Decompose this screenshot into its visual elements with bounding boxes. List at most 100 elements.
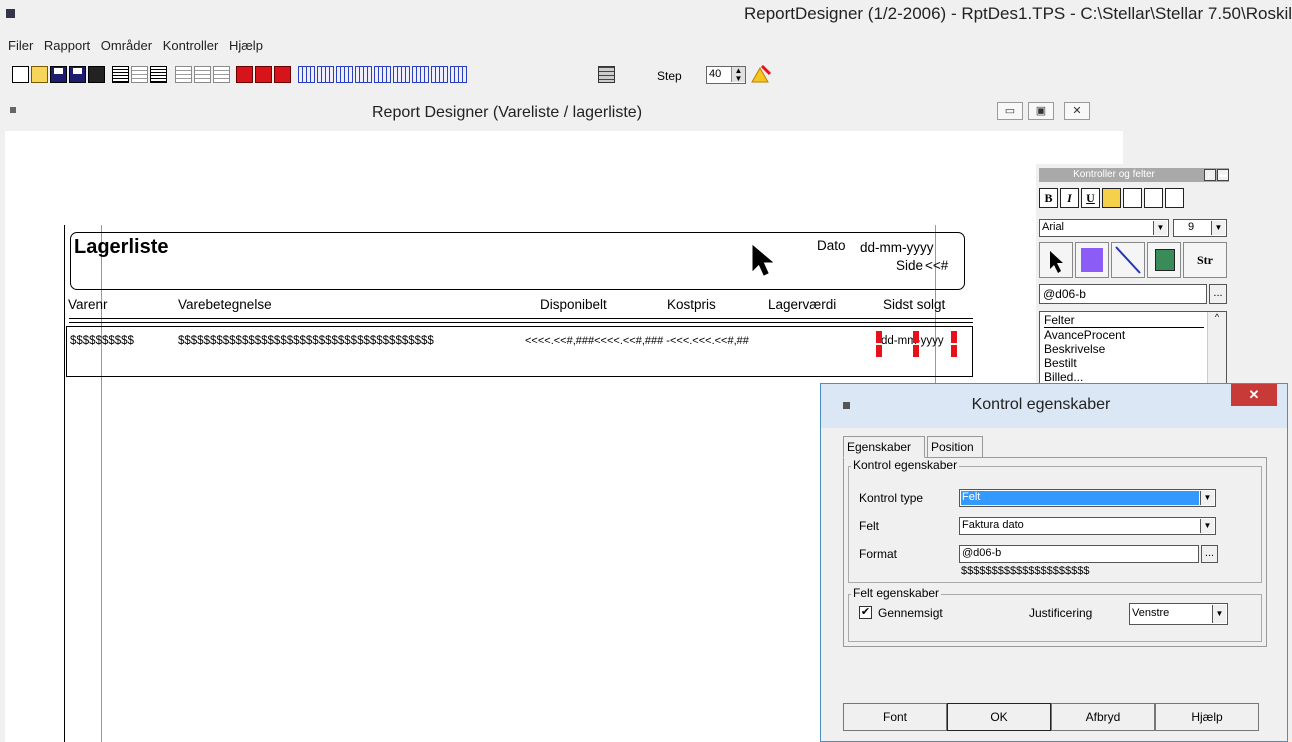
- same-height-icon[interactable]: [393, 66, 410, 83]
- space-vertical-icon[interactable]: [431, 66, 448, 83]
- resize-handle-middle[interactable]: [913, 331, 919, 343]
- format-field-input[interactable]: @d06-b: [1039, 284, 1207, 304]
- minimize-button[interactable]: ▭: [997, 102, 1023, 120]
- menu-rapport[interactable]: Rapport: [44, 38, 90, 53]
- side-label[interactable]: Side: [896, 258, 923, 273]
- felt-dropdown-icon[interactable]: ▼: [1200, 519, 1214, 533]
- menu-hjaelp[interactable]: Hjælp: [229, 38, 263, 53]
- gennemsigt-checkbox[interactable]: ✔: [859, 606, 872, 619]
- preview-icon[interactable]: [88, 66, 105, 83]
- scroll-up-icon[interactable]: ^: [1208, 312, 1226, 322]
- detail-band[interactable]: [66, 326, 973, 377]
- ok-button[interactable]: OK: [947, 703, 1051, 731]
- list-item[interactable]: Bestilt: [1044, 356, 1077, 370]
- kontrol-type-dropdown-icon[interactable]: ▼: [1200, 491, 1214, 505]
- column-kostpris[interactable]: Kostpris: [667, 297, 716, 312]
- align-right-text-icon[interactable]: [1165, 188, 1184, 208]
- list-item[interactable]: Beskrivelse: [1044, 342, 1105, 356]
- new-band-icon[interactable]: [175, 66, 192, 83]
- group-footer-icon[interactable]: [213, 66, 230, 83]
- close-button[interactable]: ✕: [1064, 102, 1090, 120]
- column-disponibelt[interactable]: Disponibelt: [540, 297, 607, 312]
- font-size-select[interactable]: 9 ▼: [1173, 219, 1227, 237]
- group-header-icon[interactable]: [194, 66, 211, 83]
- list-item[interactable]: Billed...: [1044, 370, 1083, 383]
- list-item[interactable]: AvanceProcent: [1044, 328, 1125, 342]
- underline-button[interactable]: U: [1081, 188, 1100, 208]
- column-sidst-solgt[interactable]: Sidst solgt: [883, 297, 945, 312]
- color-palette-icon[interactable]: [1102, 188, 1121, 208]
- page-header-icon[interactable]: [131, 66, 148, 83]
- justificering-select[interactable]: Venstre ▼: [1129, 603, 1228, 625]
- font-button[interactable]: Font: [843, 703, 947, 731]
- panel-minimize-icon[interactable]: ▬: [1217, 169, 1229, 181]
- italic-button[interactable]: I: [1060, 188, 1079, 208]
- detail-band-icon[interactable]: [150, 66, 167, 83]
- tab-position[interactable]: Position: [927, 436, 983, 458]
- resize-handle-left[interactable]: [876, 331, 882, 343]
- string-tool-button[interactable]: Str: [1183, 242, 1227, 278]
- align-left-text-icon[interactable]: [1123, 188, 1142, 208]
- font-size-dropdown-icon[interactable]: ▼: [1211, 221, 1225, 235]
- font-select[interactable]: Arial ▼: [1039, 219, 1169, 237]
- step-spinner[interactable]: ▲ ▼: [731, 67, 745, 83]
- same-width-icon[interactable]: [374, 66, 391, 83]
- column-varenr[interactable]: Varenr: [68, 297, 108, 312]
- maximize-button[interactable]: ▣: [1028, 102, 1054, 120]
- save-as-icon[interactable]: [69, 66, 86, 83]
- app-system-menu-icon[interactable]: [6, 9, 15, 18]
- fields-list-scrollbar[interactable]: ^: [1207, 312, 1226, 383]
- field-numbers[interactable]: <<<<.<<#,###<<<<.<<#,### -<<<.<<<.<<#,##: [525, 335, 749, 347]
- field-varebetegnelse[interactable]: $$$$$$$$$$$$$$$$$$$$$$$$$$$$$$$$$$$$$$$$: [178, 335, 434, 347]
- cut-control-icon[interactable]: [236, 66, 253, 83]
- space-horizontal-icon[interactable]: [412, 66, 429, 83]
- column-varebetegnelse[interactable]: Varebetegnelse: [178, 297, 272, 312]
- align-top-icon[interactable]: [336, 66, 353, 83]
- resize-handle-middle-bottom[interactable]: [913, 345, 919, 357]
- center-icon[interactable]: [450, 66, 467, 83]
- menu-omrader[interactable]: Områder: [101, 38, 152, 53]
- new-file-icon[interactable]: [12, 66, 29, 83]
- side-field[interactable]: <<#: [925, 258, 948, 273]
- menu-kontroller[interactable]: Kontroller: [163, 38, 219, 53]
- resize-handle-right-bottom[interactable]: [951, 345, 957, 357]
- image-tool-button[interactable]: [1147, 242, 1181, 278]
- step-value: 40: [709, 68, 722, 80]
- menu-filer[interactable]: Filer: [8, 38, 33, 53]
- justificering-dropdown-icon[interactable]: ▼: [1212, 605, 1226, 623]
- align-right-icon[interactable]: [317, 66, 334, 83]
- felt-select[interactable]: Faktura dato ▼: [959, 517, 1216, 535]
- field-varenr[interactable]: $$$$$$$$$$: [70, 335, 134, 347]
- hjaelp-button[interactable]: Hjælp: [1155, 703, 1259, 731]
- tab-egenskaber[interactable]: Egenskaber: [843, 436, 925, 458]
- resize-handle-right[interactable]: [951, 331, 957, 343]
- grid-icon[interactable]: [598, 66, 615, 83]
- report-title[interactable]: Lagerliste: [74, 236, 168, 259]
- open-folder-icon[interactable]: [31, 66, 48, 83]
- format-browse-button[interactable]: ...: [1201, 545, 1218, 563]
- align-center-text-icon[interactable]: [1144, 188, 1163, 208]
- panel-pin-icon[interactable]: ⌂: [1204, 169, 1216, 181]
- afbryd-button[interactable]: Afbryd: [1051, 703, 1155, 731]
- align-left-icon[interactable]: [298, 66, 315, 83]
- save-icon[interactable]: [50, 66, 67, 83]
- line-tool-button[interactable]: [1111, 242, 1145, 278]
- format-input[interactable]: @d06-b: [959, 545, 1199, 563]
- kontrol-type-select[interactable]: Felt ▼: [959, 489, 1216, 507]
- dato-label[interactable]: Dato: [817, 238, 846, 253]
- report-header-icon[interactable]: [112, 66, 129, 83]
- dato-field[interactable]: dd-mm-yyyy: [860, 240, 934, 255]
- box-tool-button[interactable]: [1075, 242, 1109, 278]
- paint-icon[interactable]: [750, 64, 772, 84]
- copy-control-icon[interactable]: [274, 66, 291, 83]
- fields-list[interactable]: Felter AvanceProcent Beskrivelse Bestilt…: [1039, 311, 1227, 384]
- align-bottom-icon[interactable]: [355, 66, 372, 83]
- bold-button[interactable]: B: [1039, 188, 1058, 208]
- format-field-browse-button[interactable]: ...: [1209, 284, 1227, 304]
- dialog-close-button[interactable]: ✕: [1231, 384, 1277, 406]
- column-lagervaerdi[interactable]: Lagerværdi: [768, 297, 836, 312]
- pointer-tool-button[interactable]: [1039, 242, 1073, 278]
- delete-control-icon[interactable]: [255, 66, 272, 83]
- font-dropdown-icon[interactable]: ▼: [1153, 221, 1167, 235]
- resize-handle-left-bottom[interactable]: [876, 345, 882, 357]
